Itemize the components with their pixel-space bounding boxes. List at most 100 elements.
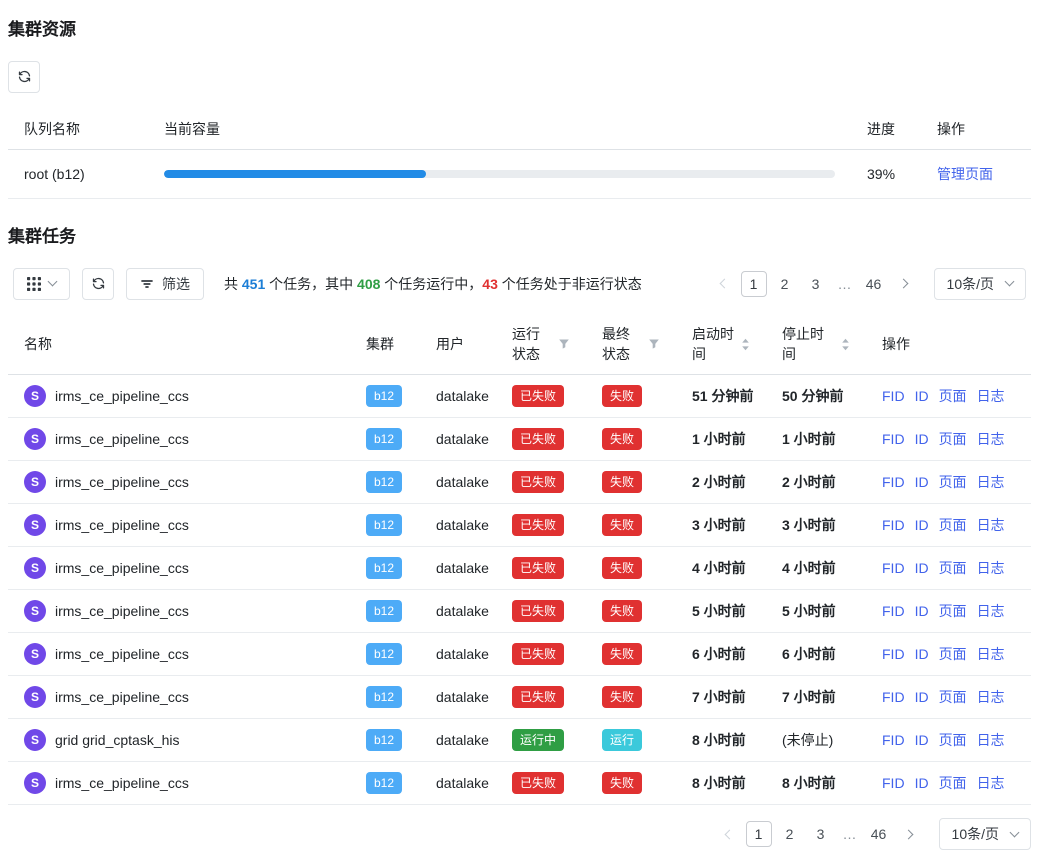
task-action-link[interactable]: 页面 [939,687,967,707]
progress-percent: 39% [851,149,921,198]
page-size-select[interactable]: 10条/页 [939,818,1031,850]
task-action-link[interactable]: 页面 [939,386,967,406]
page-button-46[interactable]: 46 [866,821,892,847]
task-avatar-icon: S [24,643,46,665]
task-action-link[interactable]: 日志 [977,386,1005,406]
task-action-link[interactable]: FID [882,730,905,750]
run-status-badge: 已失败 [512,600,564,622]
task-action-link[interactable]: ID [915,558,929,578]
task-action-link[interactable]: FID [882,558,905,578]
task-action-link[interactable]: FID [882,429,905,449]
task-action-link[interactable]: 日志 [977,601,1005,621]
task-actions: FID ID 页面日志 [882,730,1015,750]
task-action-link[interactable]: 日志 [977,558,1005,578]
page-button-2[interactable]: 2 [772,271,798,297]
stop-time-sort-icon[interactable] [841,338,850,351]
start-time: 8 小时前 [692,775,746,791]
task-action-link[interactable]: FID [882,386,905,406]
cluster-tasks-table: 名称 集群 用户 运行状态 最终状态 启动时 [8,314,1031,806]
page-button-3[interactable]: 3 [808,821,834,847]
task-name: irms_ce_pipeline_ccs [55,687,189,707]
start-time: 3 小时前 [692,517,746,533]
filter-button[interactable]: 筛选 [126,268,204,300]
task-action-link[interactable]: ID [915,386,929,406]
task-action-link[interactable]: ID [915,429,929,449]
bottom-pager-row: 123…46 10条/页 [8,818,1031,850]
final-status-filter-funnel-icon[interactable] [648,338,660,350]
task-action-link[interactable]: FID [882,644,905,664]
stop-time: 50 分钟前 [782,388,843,404]
page-button-46[interactable]: 46 [861,271,887,297]
task-action-link[interactable]: FID [882,601,905,621]
refresh-resources-button[interactable] [8,61,40,93]
page-button-1[interactable]: 1 [746,821,772,847]
task-action-link[interactable]: 页面 [939,644,967,664]
page-size-select[interactable]: 10条/页 [934,268,1026,300]
run-status-filter-funnel-icon[interactable] [558,338,570,350]
task-action-link[interactable]: 页面 [939,515,967,535]
run-status-badge: 运行中 [512,729,564,751]
task-action-link[interactable]: 日志 [977,472,1005,492]
manage-page-link[interactable]: 管理页面 [937,166,993,182]
task-action-link[interactable]: 日志 [977,773,1005,793]
cluster-badge: b12 [366,514,402,536]
cluster-badge: b12 [366,557,402,579]
task-action-link[interactable]: 日志 [977,730,1005,750]
start-time: 4 小时前 [692,560,746,576]
capacity-progress-bar [164,170,835,178]
stop-time: 8 小时前 [782,775,836,791]
start-time-sort-icon[interactable] [741,338,750,351]
task-action-link[interactable]: FID [882,472,905,492]
task-avatar-icon: S [24,729,46,751]
col-current-capacity: 当前容量 [148,109,851,150]
task-action-link[interactable]: ID [915,687,929,707]
task-action-link[interactable]: 页面 [939,429,967,449]
task-action-link[interactable]: 日志 [977,687,1005,707]
page-button-1[interactable]: 1 [741,271,767,297]
final-status-badge: 失败 [602,643,642,665]
task-action-link[interactable]: FID [882,773,905,793]
task-action-link[interactable]: 页面 [939,730,967,750]
task-row: S grid grid_cptask_his b12 datalake 运行中 … [8,719,1031,762]
task-row: S irms_ce_pipeline_ccs b12 datalake 已失败 … [8,633,1031,676]
next-page-button[interactable] [897,821,923,847]
task-action-link[interactable]: 日志 [977,644,1005,664]
chevron-left-icon [719,279,729,289]
task-avatar-icon: S [24,600,46,622]
stop-time: 7 小时前 [782,689,836,705]
top-pager: 123…46 10条/页 [710,268,1026,300]
task-action-link[interactable]: 页面 [939,773,967,793]
prev-page-button[interactable] [715,821,741,847]
task-action-link[interactable]: ID [915,644,929,664]
next-page-button[interactable] [892,271,918,297]
prev-page-button[interactable] [710,271,736,297]
start-time: 8 小时前 [692,732,746,748]
task-action-link[interactable]: 日志 [977,515,1005,535]
task-action-link[interactable]: ID [915,601,929,621]
task-action-link[interactable]: FID [882,687,905,707]
page-button-2[interactable]: 2 [777,821,803,847]
stop-time: 3 小时前 [782,517,836,533]
col-user: 用户 [420,314,496,375]
final-status-badge: 失败 [602,772,642,794]
task-row: S irms_ce_pipeline_ccs b12 datalake 已失败 … [8,762,1031,805]
final-status-badge: 失败 [602,428,642,450]
column-layout-button[interactable] [13,268,70,300]
refresh-icon [17,69,32,84]
task-action-link[interactable]: ID [915,773,929,793]
task-action-link[interactable]: FID [882,515,905,535]
task-action-link[interactable]: ID [915,472,929,492]
task-action-link[interactable]: ID [915,730,929,750]
page-button-3[interactable]: 3 [803,271,829,297]
refresh-tasks-button[interactable] [82,268,114,300]
task-action-link[interactable]: 页面 [939,472,967,492]
task-action-link[interactable]: 页面 [939,558,967,578]
task-summary: 共 451 个任务，其中 408 个任务运行中，43 个任务处于非运行状态 [224,274,642,294]
start-time: 7 小时前 [692,689,746,705]
task-action-link[interactable]: ID [915,515,929,535]
chevron-down-icon [1010,828,1020,838]
task-action-link[interactable]: 页面 [939,601,967,621]
task-action-link[interactable]: 日志 [977,429,1005,449]
chevron-right-icon [898,279,908,289]
task-actions: FID ID 页面日志 [882,687,1015,707]
